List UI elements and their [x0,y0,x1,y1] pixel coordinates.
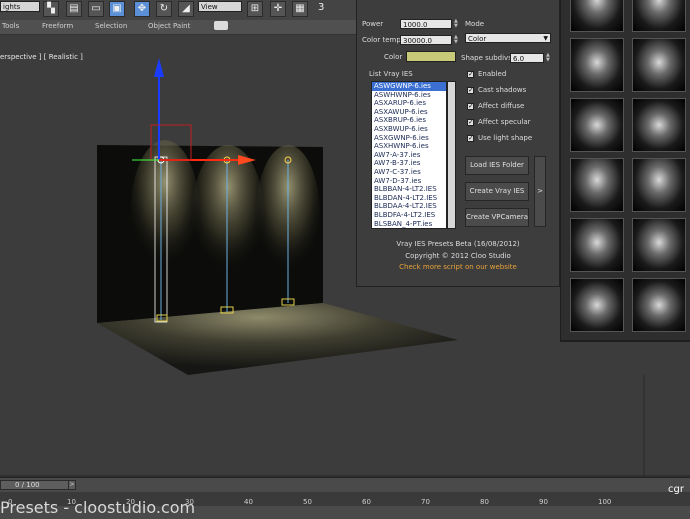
ribbon-tab-object-paint[interactable]: Object Paint [148,22,190,30]
shape-subdivs-label: Shape subdivs [461,54,512,62]
expand-panel-button[interactable]: > [534,156,546,227]
ies-list-item[interactable]: BLBDFA-4-LT2.IES [372,211,446,220]
timeline-tick-label: 60 [362,498,371,506]
light-cone-2 [192,145,264,285]
create-vray-ies-button[interactable]: Create Vray IES [465,182,529,201]
ies-list-item[interactable]: ASXARUP-6.ies [372,99,446,108]
select-and-scale-icon[interactable]: ◢ [178,1,194,17]
color-temp-spinner[interactable]: ▲ ▼ [454,35,460,45]
vray-ies-presets-dialog: Power 1000.0 ▲ ▼ Color temp 30000.0 ▲ ▼ Co… [356,0,560,287]
color-label: Color [384,53,403,61]
ies-list-item[interactable]: ASWHWNP-6.ies [372,91,446,100]
website-link[interactable]: Check more script on our website [357,263,559,271]
ies-preview-thumbnail[interactable] [570,0,624,32]
color-swatch[interactable] [406,51,456,62]
ies-list-item[interactable]: ASXBWUP-6.ies [372,125,446,134]
ies-list-item[interactable]: BLBBAN-4-LT2.IES [372,185,446,194]
select-manipulate-icon[interactable]: ✛ [270,1,286,17]
footer-title: Vray IES Presets Beta (16/08/2012) [396,240,520,248]
chevron-down-icon: ▼ [543,35,548,42]
create-vpcamera-button[interactable]: Create VPCamera [465,208,529,227]
ies-preview-thumbnail[interactable] [632,278,686,332]
keyboard-shortcut-icon[interactable]: ▦ [292,1,308,17]
ies-preview-thumbnail[interactable] [570,98,624,152]
select-and-rotate-icon[interactable]: ↻ [156,1,172,17]
timeline-tick-label: 40 [244,498,253,506]
footer-copyright: Copyright © 2012 Cloo Studio [405,252,511,260]
option-checkbox[interactable]: ✓ [467,71,474,78]
timeline-tick-label: 100 [598,498,612,506]
ies-preview-panel [560,0,690,342]
timeline-tick-label: 50 [303,498,312,506]
load-ies-folder-button[interactable]: Load IES Folder [465,156,529,175]
option-checkbox[interactable]: ✓ [467,135,474,142]
selection-filter-dropdown[interactable]: ights [0,1,40,12]
ies-preview-thumbnail[interactable] [632,38,686,92]
mode-label: Mode [465,20,485,28]
frame-counter: 0 / 100 [15,481,40,489]
gizmo-z-arrow [154,58,164,77]
ies-list-item[interactable]: AW7-D-37.ies [372,177,446,186]
mode-dropdown[interactable]: Color ▼ [465,33,551,43]
pivot-center-icon[interactable]: ⊞ [247,1,263,17]
timeline-tick-label: 80 [480,498,489,506]
select-object-icon[interactable]: ▚ [43,1,59,17]
ies-preview-thumbnail[interactable] [570,218,624,272]
power-label: Power [362,20,384,28]
ies-preview-thumbnail[interactable] [632,158,686,212]
ies-list-item[interactable]: ASWGWNP-6.ies [372,82,446,91]
ies-list-item[interactable]: BLBDAA-4-LT2.IES [372,202,446,211]
ies-list-item[interactable]: BLBDAN-4-LT2.IES [372,194,446,203]
shape-subdivs-spinner[interactable]: ▲ ▼ [546,53,552,63]
ribbon-toggle-icon[interactable] [214,21,228,30]
timeline-tick-label: 70 [421,498,430,506]
reference-coordinate-dropdown[interactable]: View [198,1,242,12]
ribbon-tab-tools[interactable]: Tools [2,22,19,30]
ies-preview-thumbnail[interactable] [632,98,686,152]
power-spinner[interactable]: ▲ ▼ [454,19,460,29]
option-label: Cast shadows [478,86,527,94]
select-and-move-icon[interactable]: ✥ [134,1,150,17]
option-label: Affect specular [478,118,531,126]
option-checkbox[interactable]: ✓ [467,87,474,94]
timeline-tick-label: 90 [539,498,548,506]
option-checkbox[interactable]: ✓ [467,119,474,126]
ies-preview-thumbnail[interactable] [570,38,624,92]
window-crossing-icon[interactable]: ▣ [109,1,125,17]
ies-list-item[interactable]: AW7-C-37.ies [372,168,446,177]
snap-toggle-label[interactable]: 3 [318,2,324,13]
ies-preview-thumbnail[interactable] [632,218,686,272]
ies-list-item[interactable]: BLSBAN_4-PT.ies [372,220,446,229]
ribbon-tab-freeform[interactable]: Freeform [42,22,73,30]
ies-preview-thumbnail[interactable] [632,0,686,32]
ies-file-list[interactable]: ASWGWNP-6.ies ASWHWNP-6.ies ASXARUP-6.ies A… [371,81,447,229]
corner-watermark: cgr [668,484,684,495]
color-temp-input[interactable]: 30000.0 [400,35,452,45]
option-checkbox[interactable]: ✓ [467,103,474,110]
watermark-text: Presets - cloostudio.com [0,498,196,517]
ies-preview-thumbnail[interactable] [570,158,624,212]
ies-list-label: List Vray IES [369,70,413,78]
shape-subdivs-input[interactable]: 6.0 [510,53,544,63]
time-slider[interactable]: 0 / 100 [0,480,70,490]
color-temp-label: Color temp [362,36,401,44]
ies-list-item[interactable]: ASXHWNP-6.ies [372,142,446,151]
select-by-name-icon[interactable]: ▤ [66,1,82,17]
option-label: Use light shape [478,134,533,142]
ies-list-item[interactable]: AW7-A-37.ies [372,151,446,160]
rectangular-selection-icon[interactable]: ▭ [88,1,104,17]
ies-list-item[interactable]: ASXGWNP-6.ies [372,134,446,143]
power-input[interactable]: 1000.0 [400,19,452,29]
ies-list-item[interactable]: ASXAWUP-6.ies [372,108,446,117]
mode-value: Color [468,35,487,43]
option-label: Enabled [478,70,507,78]
option-label: Affect diffuse [478,102,525,110]
ies-list-item[interactable]: ASXBRUP-6.ies [372,116,446,125]
ies-preview-thumbnail[interactable] [570,278,624,332]
ies-list-scrollbar[interactable] [447,81,456,229]
next-frame-button[interactable]: > [68,480,76,490]
ies-list-item[interactable]: AW7-B-37.ies [372,159,446,168]
ribbon-tab-selection[interactable]: Selection [95,22,127,30]
